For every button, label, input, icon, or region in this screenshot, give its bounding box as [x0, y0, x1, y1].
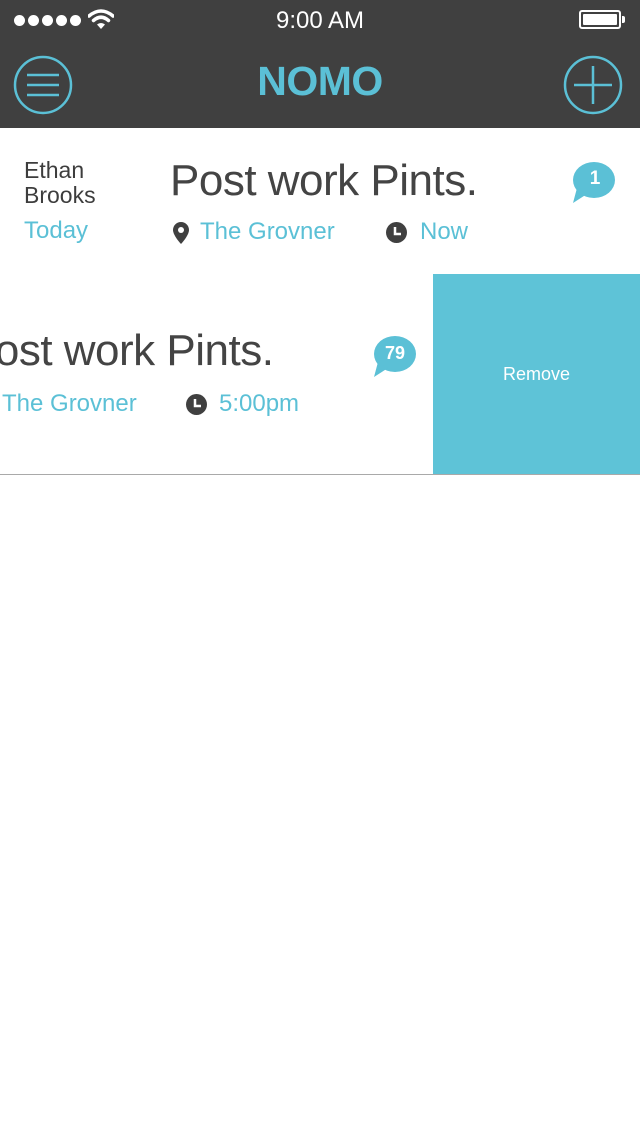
clock-icon [386, 222, 407, 243]
status-time: 9:00 AM [275, 7, 365, 34]
comment-count-bubble[interactable]: 79 [372, 336, 416, 383]
event-location[interactable]: The Grovner [2, 390, 137, 418]
top-bar: 9:00 AM NOMO [0, 0, 640, 128]
event-title: Post work Pints. [0, 326, 274, 375]
comment-count: 79 [384, 343, 406, 363]
plus-circle-icon[interactable] [563, 55, 623, 115]
event-time: Now [420, 218, 469, 245]
status-bar: 9:00 AM [0, 0, 640, 40]
event-content[interactable]: Post work Pints. 79 The Grovner 5:00pm [0, 274, 433, 474]
app-title: NOMO [257, 58, 383, 104]
clock-icon [186, 394, 207, 415]
event-location[interactable]: The Grovner [200, 218, 335, 246]
location-pin-icon [173, 222, 189, 244]
comment-count: 1 [589, 168, 601, 189]
event-author: Ethan Brooks [24, 157, 96, 208]
event-date: Today [24, 217, 89, 244]
event-time: 5:00pm [219, 390, 300, 417]
battery-icon [579, 10, 625, 29]
comment-count-bubble[interactable]: 1 [571, 162, 615, 209]
event-title: Post work Pints. [170, 156, 478, 205]
remove-button[interactable]: Remove [433, 274, 640, 474]
event-list-item[interactable]: Post work Pints. 79 The Grovner 5:00pm R… [0, 274, 640, 475]
event-list-item[interactable]: Ethan Brooks Today Post work Pints. 1 Th… [0, 128, 640, 275]
